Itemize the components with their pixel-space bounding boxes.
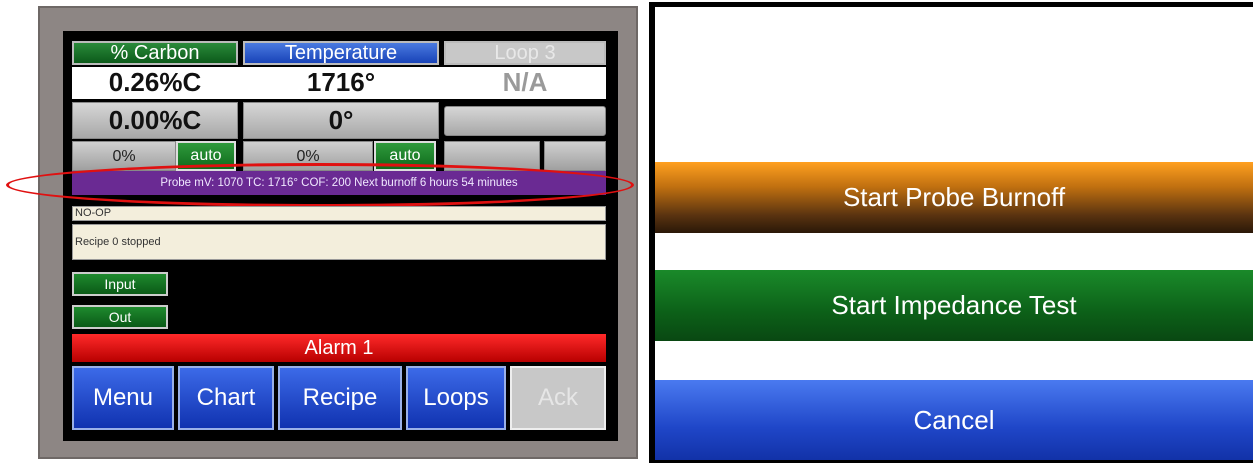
status-line-recipe: Recipe 0 stopped <box>72 224 606 260</box>
temperature-process-value: 1716° <box>306 67 376 97</box>
menu-button[interactable]: Menu <box>72 366 174 430</box>
loop-3-mode-cell[interactable] <box>544 141 606 171</box>
carbon-process-value: 0.26%C <box>108 67 202 97</box>
temperature-auto-button[interactable]: auto <box>374 141 436 171</box>
start-probe-burnoff-button[interactable]: Start Probe Burnoff <box>655 162 1253 233</box>
loop-3-output-cell[interactable] <box>444 141 540 171</box>
carbon-output-percent: 0% <box>72 141 176 171</box>
status-line-op: NO-OP <box>72 206 606 221</box>
tab-carbon[interactable]: % Carbon <box>72 41 238 65</box>
carbon-auto-button[interactable]: auto <box>176 141 236 171</box>
out-button[interactable]: Out <box>72 305 168 329</box>
loops-button[interactable]: Loops <box>406 366 506 430</box>
input-button[interactable]: Input <box>72 272 168 296</box>
loop-3-setpoint-box[interactable] <box>444 106 606 136</box>
tab-temperature[interactable]: Temperature <box>243 41 439 65</box>
ack-button[interactable]: Ack <box>510 366 606 430</box>
recipe-button[interactable]: Recipe <box>278 366 402 430</box>
loop-3-process-value: N/A <box>502 67 548 97</box>
probe-status-bar: Probe mV: 1070 TC: 1716° COF: 200 Next b… <box>72 171 606 195</box>
tab-loop-3[interactable]: Loop 3 <box>444 41 606 65</box>
temperature-setpoint: 0° <box>328 105 354 135</box>
cancel-button[interactable]: Cancel <box>655 380 1253 460</box>
alarm-bar[interactable]: Alarm 1 <box>72 334 606 362</box>
chart-button[interactable]: Chart <box>178 366 274 430</box>
start-impedance-test-button[interactable]: Start Impedance Test <box>655 270 1253 341</box>
carbon-setpoint: 0.00%C <box>108 105 202 135</box>
temperature-output-percent: 0% <box>243 141 373 171</box>
